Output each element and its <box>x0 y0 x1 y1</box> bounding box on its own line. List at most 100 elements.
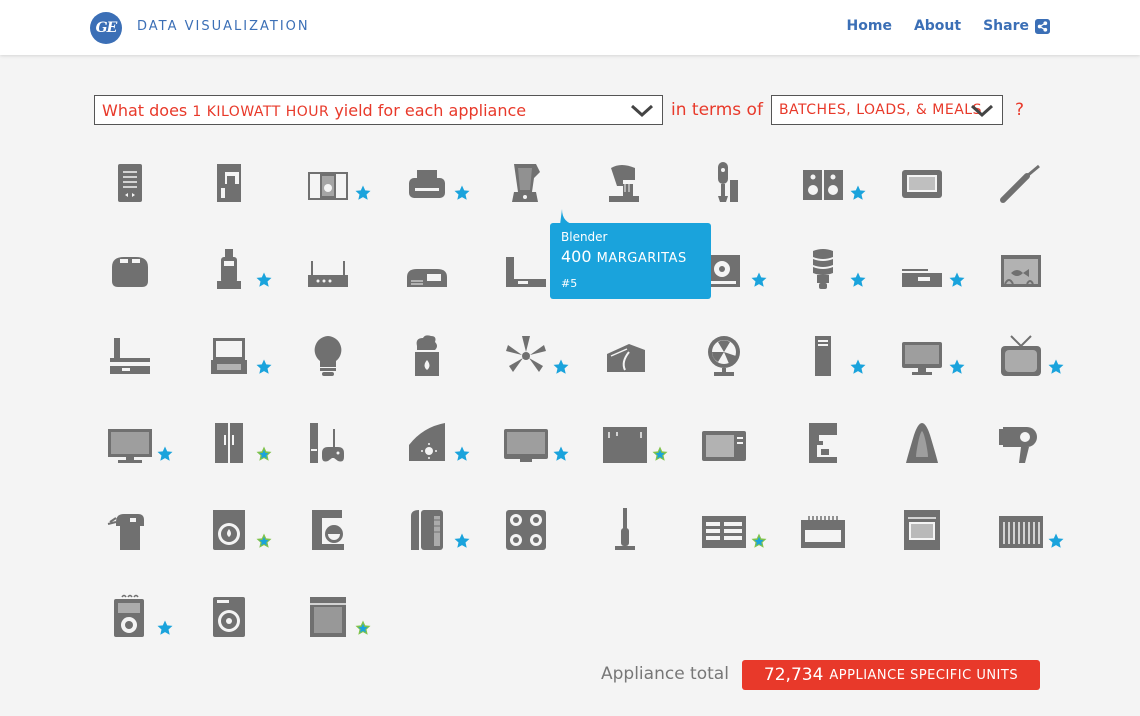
question-middle-text: in terms of <box>671 100 763 120</box>
wifi-router-icon <box>308 261 348 287</box>
e-reader-appliance[interactable] <box>100 150 180 220</box>
laptop-icon <box>211 338 247 374</box>
desk-fan-icon <box>708 336 740 376</box>
toaster-appliance[interactable] <box>100 237 180 307</box>
waffle-iron-appliance[interactable] <box>595 324 675 394</box>
nav-about-label: About <box>913 18 962 34</box>
cordless-phone-appliance[interactable] <box>199 237 279 307</box>
electric-heater-appliance[interactable] <box>694 498 774 568</box>
radiator-appliance[interactable] <box>991 498 1071 568</box>
aquarium-appliance[interactable] <box>991 237 1071 307</box>
radiator-icon <box>999 516 1043 548</box>
total-badge: 72,734 APPLIANCE SPECIFIC UNITS <box>742 660 1040 690</box>
cooktop-appliance[interactable] <box>496 498 576 568</box>
video-game-appliance[interactable] <box>298 411 378 481</box>
energy-star-icon <box>1048 359 1064 374</box>
energy-star-icon <box>256 446 272 461</box>
nav-share-label: Share <box>983 18 1029 34</box>
tooltip-appliance-name: Blender <box>561 230 608 244</box>
energy-star-icon <box>553 446 569 461</box>
hair-dryer-appliance[interactable] <box>991 411 1071 481</box>
electric-oven-appliance[interactable] <box>892 498 972 568</box>
ceiling-fan-icon <box>506 336 546 372</box>
ceiling-fan-appliance[interactable] <box>496 324 576 394</box>
microwave-icon <box>702 431 746 461</box>
ge-logo[interactable]: GE <box>90 12 122 44</box>
espresso-machine-appliance[interactable] <box>793 411 873 481</box>
nav-home[interactable]: Home <box>847 18 892 34</box>
stereo-system-icon <box>308 172 348 200</box>
nav-about[interactable]: About <box>914 18 961 34</box>
computer-monitor-icon <box>902 342 942 375</box>
printer-appliance[interactable] <box>397 150 477 220</box>
total-unit: APPLIANCE SPECIFIC UNITS <box>829 667 1019 683</box>
energy-star-icon <box>157 620 173 635</box>
vacuum-icon <box>615 508 635 550</box>
humidifier-icon <box>415 335 439 376</box>
desktop-tower-appliance[interactable] <box>793 324 873 394</box>
vacuum-appliance[interactable] <box>595 498 675 568</box>
lcd-tv-appliance[interactable] <box>100 411 180 481</box>
freezer-appliance[interactable] <box>595 411 675 481</box>
plasma-tv-appliance[interactable] <box>496 411 576 481</box>
laptop-appliance[interactable] <box>199 324 279 394</box>
drip-coffee-maker-appliance[interactable] <box>298 498 378 568</box>
electric-oven-icon <box>904 510 940 550</box>
alarm-clock-appliance[interactable] <box>397 237 477 307</box>
nav-share[interactable]: Share <box>983 18 1050 34</box>
hand-blender-appliance[interactable] <box>694 150 774 220</box>
tooltip-tail <box>560 209 576 225</box>
question-row: What does 1 KILOWATT HOUR yield for each… <box>94 95 1024 125</box>
water-heater-appliance[interactable] <box>397 498 477 568</box>
light-bulb-appliance[interactable] <box>298 324 378 394</box>
nav-home-label: Home <box>846 18 892 34</box>
dehumidifier-appliance[interactable] <box>100 585 180 655</box>
steam-cleaner-appliance[interactable] <box>100 498 180 568</box>
stereo-system-appliance[interactable] <box>298 150 378 220</box>
space-heater-appliance[interactable] <box>397 411 477 481</box>
dishwasher-icon <box>310 597 346 637</box>
aquarium-icon <box>1001 255 1041 287</box>
light-bulb-icon <box>314 336 342 376</box>
hair-dryer-icon <box>999 427 1037 463</box>
metric-select[interactable]: What does 1 KILOWATT HOUR yield for each… <box>94 95 663 125</box>
energy-star-icon <box>850 272 866 287</box>
curling-iron-appliance[interactable] <box>991 150 1071 220</box>
alarm-clock-icon <box>407 269 447 287</box>
dishwasher-appliance[interactable] <box>298 585 378 655</box>
total-label: Appliance total <box>601 664 729 684</box>
share-icon <box>1035 18 1050 34</box>
cooktop-icon <box>506 510 546 550</box>
dvd-player-appliance[interactable] <box>100 324 180 394</box>
refrigerator-appliance[interactable] <box>199 411 279 481</box>
chevron-down-icon <box>630 104 654 118</box>
cfl-bulb-appliance[interactable] <box>793 237 873 307</box>
crt-tv-appliance[interactable] <box>991 324 1071 394</box>
energy-star-icon <box>454 185 470 200</box>
wifi-router-appliance[interactable] <box>298 237 378 307</box>
clothes-dryer-appliance[interactable] <box>199 585 279 655</box>
electric-heater-icon <box>702 516 746 548</box>
washing-machine-appliance[interactable] <box>199 498 279 568</box>
speakers-appliance[interactable] <box>793 150 873 220</box>
coffee-brewer-appliance[interactable] <box>199 150 279 220</box>
refrigerator-icon <box>215 423 243 463</box>
energy-star-icon <box>652 446 668 461</box>
stand-mixer-appliance[interactable] <box>595 150 675 220</box>
appliance-tooltip: Blender 400 MARGARITAS #5 <box>550 209 711 299</box>
speakers-icon <box>803 170 843 200</box>
toaster-oven-appliance[interactable] <box>892 150 972 220</box>
desk-fan-appliance[interactable] <box>694 324 774 394</box>
drip-coffee-maker-icon <box>312 510 344 550</box>
dvd-player-icon <box>110 338 150 374</box>
hand-blender-icon <box>718 162 738 202</box>
baseboard-heater-appliance[interactable] <box>793 498 873 568</box>
microwave-appliance[interactable] <box>694 411 774 481</box>
space-heater-icon <box>409 423 445 461</box>
energy-star-icon <box>454 446 470 461</box>
cable-box-appliance[interactable] <box>892 237 972 307</box>
computer-monitor-appliance[interactable] <box>892 324 972 394</box>
clothes-iron-appliance[interactable] <box>892 411 972 481</box>
unit-select[interactable]: BATCHES, LOADS, & MEALS <box>770 95 1003 125</box>
humidifier-appliance[interactable] <box>397 324 477 394</box>
